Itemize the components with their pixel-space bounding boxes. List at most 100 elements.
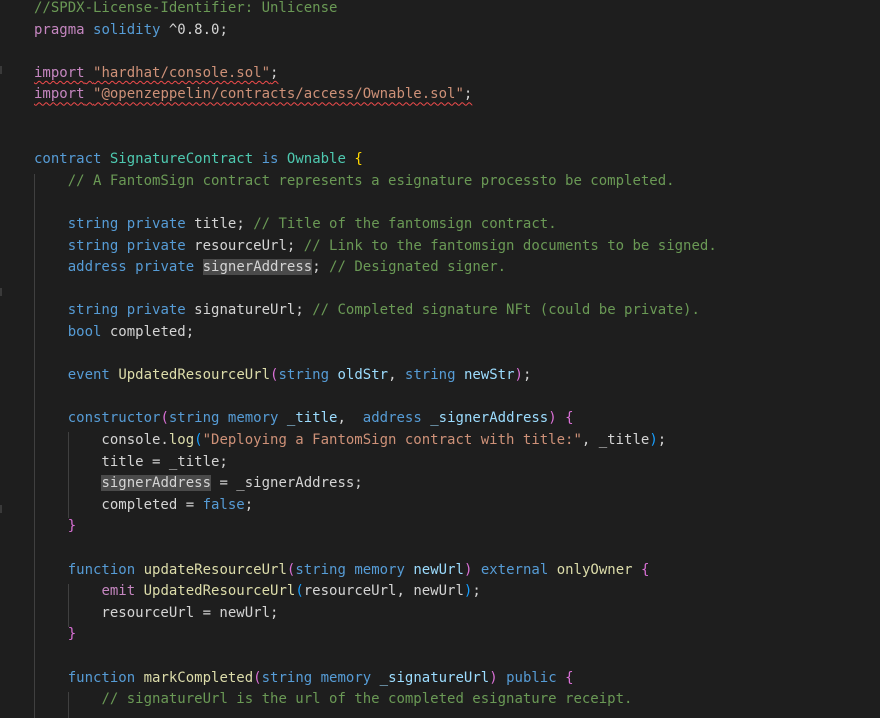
code-token: ;: [472, 583, 481, 600]
code-token: (: [160, 410, 169, 427]
code-token: address: [67, 259, 127, 276]
code-token: private: [126, 237, 186, 254]
code-token: _signatureUrl: [379, 669, 490, 686]
code-token: title;: [185, 216, 254, 232]
code-line[interactable]: console.log("Deploying a FantomSign cont…: [34, 430, 666, 452]
gutter-marker: [0, 288, 2, 296]
code-token: event: [67, 367, 110, 384]
code-line[interactable]: import "@openzeppelin/contracts/access/O…: [34, 84, 472, 106]
code-token: ;: [522, 367, 532, 384]
code-token: ,: [337, 410, 363, 427]
code-token: {: [565, 410, 574, 427]
code-line[interactable]: resourceUrl = newUrl;: [34, 603, 278, 625]
code-token: title = _title;: [34, 453, 228, 470]
code-token: _signerAddress: [430, 410, 549, 427]
code-token: onlyOwner: [556, 561, 633, 578]
code-token: ;: [463, 86, 473, 103]
code-line[interactable]: event UpdatedResourceUrl(string oldStr, …: [34, 365, 532, 387]
code-token: UpdatedResourceUrl: [118, 367, 271, 384]
code-line[interactable]: pragma solidity ^0.8.0;: [34, 20, 228, 42]
code-token: newStr: [463, 367, 515, 384]
code-token: (: [253, 669, 262, 686]
code-token: ): [548, 410, 557, 427]
gutter-marker: [0, 505, 2, 513]
code-token: string: [67, 302, 119, 319]
code-line[interactable]: //SPDX-License-Identifier: Unlicense: [34, 0, 337, 20]
code-token: string: [261, 669, 313, 686]
code-line[interactable]: completed = false;: [34, 495, 253, 517]
code-token: // signatureUrl is the url of the comple…: [101, 691, 633, 708]
code-line[interactable]: }: [34, 516, 76, 538]
code-token: emit: [101, 583, 136, 600]
code-token: = _signerAddress;: [211, 475, 363, 492]
gutter-marker: [0, 66, 2, 74]
code-token: resourceUrl = newUrl;: [34, 604, 279, 621]
code-token: (: [295, 583, 304, 600]
code-line[interactable]: function updateResourceUrl(string memory…: [34, 560, 650, 582]
code-line[interactable]: contract SignatureContract is Ownable {: [34, 149, 363, 171]
code-token: , _title: [581, 432, 650, 448]
code-line[interactable]: // signatureUrl is the url of the comple…: [34, 689, 632, 711]
code-line[interactable]: import "hardhat/console.sol";: [34, 63, 278, 85]
code-token: signerAddress: [101, 475, 212, 492]
code-token: completed;: [101, 324, 195, 340]
code-token: ;: [244, 496, 254, 513]
code-token: ): [514, 367, 523, 384]
code-token: bool: [67, 324, 102, 340]
code-token: {: [640, 561, 650, 578]
code-editor[interactable]: //SPDX-License-Identifier: Unlicense prag…: [0, 0, 880, 718]
code-token: SignatureContract: [109, 151, 254, 168]
code-line[interactable]: string private signatureUrl; // Complete…: [34, 300, 700, 322]
code-line[interactable]: constructor(string memory _title, addres…: [34, 408, 574, 430]
code-token: ): [649, 432, 658, 448]
code-token: string: [168, 410, 220, 427]
code-line[interactable]: emit UpdatedResourceUrl(resourceUrl, new…: [34, 581, 481, 603]
code-token: {: [354, 151, 363, 168]
code-token: private: [135, 259, 195, 276]
code-token: resourceUrl, newUrl: [303, 583, 464, 600]
code-token: "hardhat/console.sol": [93, 64, 271, 81]
code-line[interactable]: signerAddress = _signerAddress;: [34, 473, 363, 495]
code-line[interactable]: title = _title;: [34, 452, 228, 474]
code-token: // Title of the fantomsign contract.: [253, 216, 557, 232]
code-token: signerAddress: [202, 259, 313, 276]
code-token: {: [565, 669, 574, 686]
code-token: "@openzeppelin/contracts/access/Ownable.…: [93, 86, 464, 103]
code-token: public: [506, 669, 557, 686]
code-line[interactable]: string private resourceUrl; // Link to t…: [34, 236, 717, 258]
code-line[interactable]: string private title; // Title of the fa…: [34, 214, 557, 236]
code-token: ;: [657, 432, 667, 448]
code-line[interactable]: address private signerAddress; // Design…: [34, 257, 506, 279]
code-line[interactable]: function markCompleted(string memory _si…: [34, 668, 574, 690]
code-token: pragma: [34, 21, 85, 38]
code-token: ;: [270, 64, 279, 81]
code-token: //SPDX-License-Identifier: Unlicense: [34, 0, 338, 16]
code-line[interactable]: bool completed;: [34, 322, 194, 344]
code-line[interactable]: // A FantomSign contract represents a es…: [34, 171, 675, 193]
code-line[interactable]: }: [34, 624, 76, 646]
code-token: (: [194, 432, 203, 448]
code-token: function: [67, 561, 136, 578]
